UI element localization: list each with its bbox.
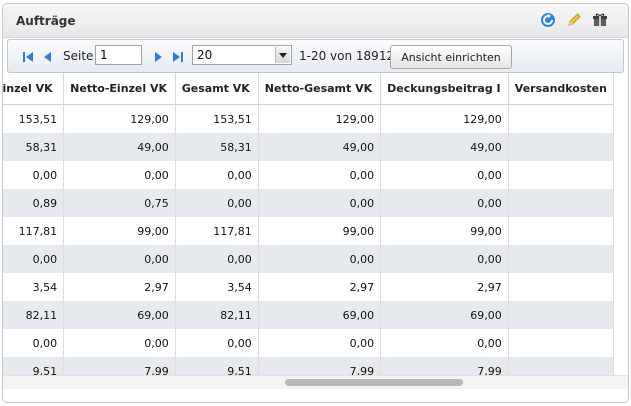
table-cell — [508, 273, 615, 301]
column-header[interactable]: Versandkosten — [508, 73, 615, 105]
horizontal-scrollbar[interactable] — [3, 375, 628, 389]
table-cell: 69,00 — [258, 301, 382, 329]
table-cell: 58,31 — [3, 133, 65, 161]
table-cell: 2,97 — [258, 273, 382, 301]
table-cell: 117,81 — [175, 217, 259, 245]
last-page-icon[interactable] — [171, 49, 185, 63]
table-cell: 153,51 — [175, 104, 259, 133]
table-cell: 129,00 — [258, 104, 382, 133]
range-text: 1-20 von 18912 — [299, 49, 395, 63]
table-cell: 0,00 — [258, 189, 382, 217]
chevron-down-icon[interactable] — [275, 47, 290, 63]
table-cell: 69,00 — [380, 301, 509, 329]
table-cell: 49,00 — [63, 133, 176, 161]
table-cell: 0,00 — [63, 245, 176, 273]
table-cell — [508, 133, 615, 161]
table-cell: 0,00 — [175, 245, 259, 273]
table-cell — [508, 161, 615, 189]
table-row[interactable]: 153,51 129,00 153,51 129,00 129,00 — [3, 104, 615, 133]
table-cell — [508, 245, 615, 273]
table-cell: 0,00 — [175, 189, 259, 217]
table-cell: 0,00 — [380, 189, 509, 217]
paging-toolbar: Seite 20 1-20 von 18912 Ansicht einricht… — [7, 39, 624, 73]
gift-icon[interactable] — [591, 11, 609, 29]
page-number-input[interactable] — [95, 45, 142, 65]
column-header[interactable]: Einzel VK — [3, 73, 65, 105]
table-cell: 82,11 — [175, 301, 259, 329]
table-row[interactable]: 0,00 0,00 0,00 0,00 0,00 — [3, 245, 615, 273]
table-cell: 0,00 — [63, 329, 176, 357]
table-cell: 99,00 — [380, 217, 509, 245]
table-cell: 0,00 — [380, 329, 509, 357]
column-header[interactable]: Netto-Einzel VK — [63, 73, 176, 105]
next-page-icon[interactable] — [151, 49, 165, 63]
table-cell: 0,00 — [258, 329, 382, 357]
table-cell: 0,75 — [63, 189, 176, 217]
previous-page-icon[interactable] — [41, 49, 55, 63]
scrollbar-thumb[interactable] — [285, 379, 463, 386]
table-cell: 0,00 — [380, 161, 509, 189]
table-cell: 99,00 — [258, 217, 382, 245]
table-cell: 0,00 — [380, 245, 509, 273]
table-header-row: Einzel VK Netto-Einzel VK Gesamt VK Nett… — [3, 73, 615, 105]
table-row[interactable]: 58,31 49,00 58,31 49,00 49,00 — [3, 133, 615, 161]
table-cell: 3,54 — [175, 273, 259, 301]
table-cell: 49,00 — [258, 133, 382, 161]
table-cell: 0,00 — [3, 329, 65, 357]
table-cell — [508, 329, 615, 357]
table-cell: 0,00 — [63, 161, 176, 189]
table-row[interactable]: 3,54 2,97 3,54 2,97 2,97 — [3, 273, 615, 301]
panel-header: Aufträge — [3, 4, 628, 38]
table-cell: 0,00 — [175, 329, 259, 357]
pencil-icon[interactable] — [565, 11, 583, 29]
configure-view-button[interactable]: Ansicht einrichten — [390, 45, 512, 69]
refresh-icon[interactable] — [539, 11, 557, 29]
orders-panel: Aufträge Seite 20 1-2 — [2, 3, 629, 403]
column-header[interactable]: Deckungsbeitrag I — [380, 73, 509, 105]
page-size-value: 20 — [197, 48, 213, 62]
table-cell: 99,00 — [63, 217, 176, 245]
table-cell: 129,00 — [63, 104, 176, 133]
table-cell — [508, 217, 615, 245]
panel-title: Aufträge — [16, 14, 76, 28]
column-header[interactable]: Gesamt VK — [175, 73, 259, 105]
first-page-icon[interactable] — [21, 49, 35, 63]
table-row[interactable]: 0,00 0,00 0,00 0,00 0,00 — [3, 329, 615, 357]
orders-table: Einzel VK Netto-Einzel VK Gesamt VK Nett… — [3, 73, 615, 389]
table-cell: 49,00 — [380, 133, 509, 161]
table-cell: 153,51 — [3, 104, 65, 133]
table-cell — [508, 104, 615, 133]
table-cell: 0,00 — [175, 161, 259, 189]
table-row[interactable]: 0,89 0,75 0,00 0,00 0,00 — [3, 189, 615, 217]
table-cell: 0,00 — [3, 161, 65, 189]
table-cell: 129,00 — [380, 104, 509, 133]
table-row[interactable]: 117,81 99,00 117,81 99,00 99,00 — [3, 217, 615, 245]
table-cell: 58,31 — [175, 133, 259, 161]
table-cell — [508, 189, 615, 217]
table-cell: 0,89 — [3, 189, 65, 217]
table-cell: 117,81 — [3, 217, 65, 245]
table-row[interactable]: 82,11 69,00 82,11 69,00 69,00 — [3, 301, 615, 329]
table-cell: 69,00 — [63, 301, 176, 329]
page-size-select[interactable]: 20 — [192, 45, 292, 65]
table-cell: 3,54 — [3, 273, 65, 301]
orders-grid: Einzel VK Netto-Einzel VK Gesamt VK Nett… — [3, 73, 628, 389]
table-cell: 82,11 — [3, 301, 65, 329]
table-cell: 0,00 — [258, 161, 382, 189]
table-row[interactable]: 0,00 0,00 0,00 0,00 0,00 — [3, 161, 615, 189]
table-cell: 2,97 — [63, 273, 176, 301]
page-label: Seite — [63, 49, 94, 63]
table-cell: 0,00 — [258, 245, 382, 273]
table-cell: 0,00 — [3, 245, 65, 273]
table-cell — [508, 301, 615, 329]
table-cell: 2,97 — [380, 273, 509, 301]
column-header[interactable]: Netto-Gesamt VK — [258, 73, 382, 105]
